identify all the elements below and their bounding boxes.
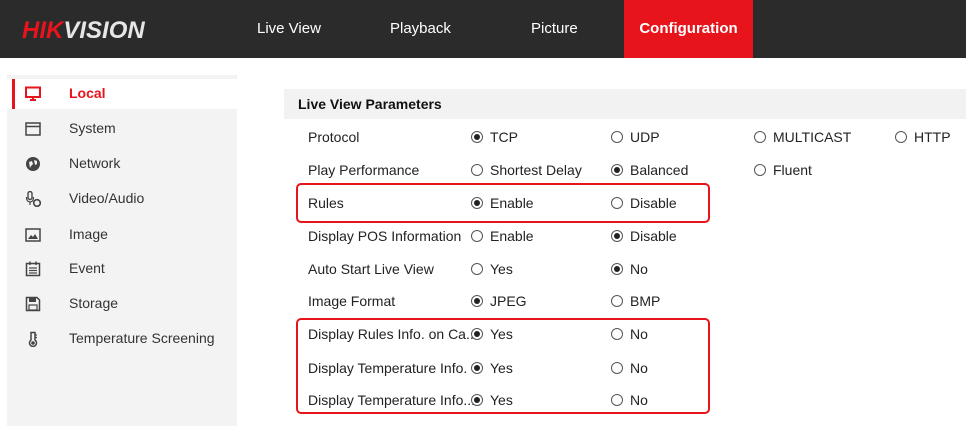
- sidebar-item-network[interactable]: Network: [7, 149, 237, 179]
- sidebar-item-label: Image: [69, 226, 108, 242]
- row-label-auto-start-live-view: Auto Start Live View: [308, 261, 434, 277]
- hikvision-logo: HIKVISION: [22, 17, 145, 44]
- sidebar-item-system[interactable]: System: [7, 114, 237, 144]
- nav-picture[interactable]: Picture: [531, 0, 601, 58]
- sidebar-item-event[interactable]: Event: [7, 254, 237, 284]
- radio-pos-disable[interactable]: Disable: [611, 228, 677, 244]
- section-header: Live View Parameters: [284, 89, 966, 119]
- radio-play-balanced[interactable]: Balanced: [611, 162, 688, 178]
- floppy-disk-icon: [25, 296, 41, 312]
- sidebar-item-label: Local: [69, 85, 106, 101]
- radio-button-icon[interactable]: [471, 230, 483, 242]
- row-label-image-format: Image Format: [308, 293, 396, 309]
- sidebar-item-label: Event: [69, 260, 105, 276]
- radio-play-shortest-delay[interactable]: Shortest Delay: [471, 162, 582, 178]
- radio-button-icon[interactable]: [611, 295, 623, 307]
- row-label-play-performance: Play Performance: [308, 162, 420, 178]
- sidebar-item-label: Video/Audio: [69, 190, 145, 206]
- calendar-icon: [25, 261, 41, 277]
- highlight-box-display-info: [296, 318, 710, 414]
- radio-button-icon[interactable]: [611, 164, 623, 176]
- sidebar-item-label: Storage: [69, 295, 119, 311]
- sidebar-item-video-audio[interactable]: Video/Audio: [7, 184, 237, 214]
- network-globe-icon: [26, 157, 40, 171]
- highlight-box-rules: [296, 183, 710, 223]
- radio-pos-enable[interactable]: Enable: [471, 228, 534, 244]
- sidebar-item-local[interactable]: Local: [7, 79, 237, 109]
- radio-play-fluent[interactable]: Fluent: [754, 162, 812, 178]
- radio-button-icon[interactable]: [471, 131, 483, 143]
- sidebar-item-label: System: [69, 120, 116, 136]
- sidebar-item-image[interactable]: Image: [7, 220, 237, 250]
- sidebar-item-label: Network: [69, 155, 121, 171]
- nav-live-view[interactable]: Live View: [257, 0, 337, 58]
- radio-protocol-http[interactable]: HTTP: [895, 129, 951, 145]
- sidebar-item-temperature-screening[interactable]: Temperature Screening: [7, 324, 237, 354]
- radio-format-jpeg[interactable]: JPEG: [471, 293, 527, 309]
- sidebar-item-label: Temperature Screening: [69, 330, 215, 346]
- system-icon: [25, 122, 41, 136]
- radio-button-icon[interactable]: [611, 230, 623, 242]
- radio-autostart-yes[interactable]: Yes: [471, 261, 513, 277]
- radio-button-icon[interactable]: [754, 164, 766, 176]
- radio-protocol-multicast[interactable]: MULTICAST: [754, 129, 851, 145]
- image-icon: [25, 228, 41, 242]
- radio-button-icon[interactable]: [754, 131, 766, 143]
- radio-button-icon[interactable]: [895, 131, 907, 143]
- monitor-icon: [25, 86, 41, 101]
- section-title: Live View Parameters: [298, 96, 442, 112]
- row-label-display-pos-information: Display POS Information: [308, 228, 462, 244]
- radio-protocol-tcp[interactable]: TCP: [471, 129, 518, 145]
- radio-button-icon[interactable]: [471, 295, 483, 307]
- radio-autostart-no[interactable]: No: [611, 261, 648, 277]
- thermometer-icon: [28, 331, 38, 347]
- row-label-protocol: Protocol: [308, 129, 360, 145]
- radio-format-bmp[interactable]: BMP: [611, 293, 660, 309]
- radio-button-icon[interactable]: [611, 263, 623, 275]
- sidebar-item-storage[interactable]: Storage: [7, 289, 237, 319]
- nav-configuration[interactable]: Configuration: [624, 0, 753, 58]
- microphone-camera-icon: [25, 191, 41, 207]
- radio-protocol-udp[interactable]: UDP: [611, 129, 660, 145]
- radio-button-icon[interactable]: [611, 131, 623, 143]
- radio-button-icon[interactable]: [471, 263, 483, 275]
- nav-playback[interactable]: Playback: [390, 0, 470, 58]
- radio-button-icon[interactable]: [471, 164, 483, 176]
